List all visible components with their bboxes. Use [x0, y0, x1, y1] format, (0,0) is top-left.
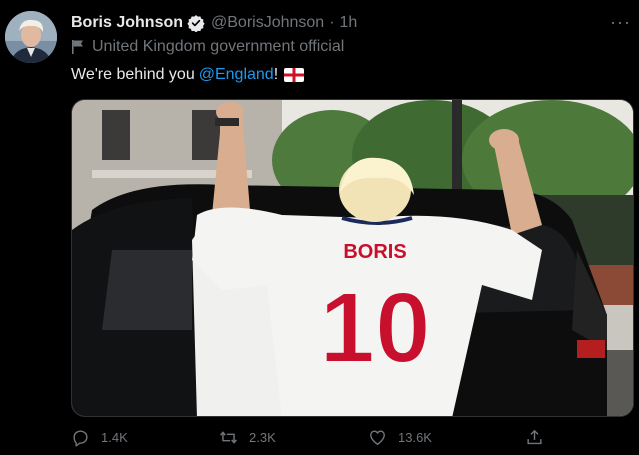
timestamp[interactable]: 1h [340, 14, 358, 32]
government-label-text: United Kingdom government official [92, 38, 345, 55]
retweet-count: 2.3K [249, 430, 276, 445]
reply-button[interactable]: 1.4K [71, 428, 128, 447]
like-button[interactable]: 13.6K [368, 428, 432, 447]
tweet-header: Boris Johnson @BorisJohnson · 1h [71, 13, 357, 33]
government-label: United Kingdom government official [71, 38, 344, 56]
tweet-actions: 1.4K 2.3K 13.6K [71, 428, 551, 452]
avatar[interactable] [5, 11, 57, 63]
mention-link[interactable]: @England [199, 66, 274, 84]
share-button[interactable] [525, 428, 555, 447]
author-name[interactable]: Boris Johnson [71, 14, 183, 32]
like-count: 13.6K [398, 430, 432, 445]
author-handle[interactable]: @BorisJohnson [211, 14, 324, 32]
separator-dot: · [329, 14, 335, 31]
tweet[interactable]: Boris Johnson @BorisJohnson · 1h ··· Uni… [0, 0, 639, 455]
retweet-button[interactable]: 2.3K [219, 428, 276, 447]
verified-badge-icon [187, 15, 205, 32]
tweet-text-suffix: ! [273, 66, 279, 83]
reply-icon [73, 430, 88, 447]
photo-image: BORIS 10 [72, 100, 633, 416]
jersey-number-text: 10 [319, 272, 430, 384]
tweet-photo[interactable]: BORIS 10 [71, 99, 634, 417]
tweet-text-prefix: We're behind you [71, 66, 195, 83]
like-icon [370, 430, 385, 445]
reply-count: 1.4K [101, 430, 128, 445]
government-flag-icon [72, 40, 83, 54]
retweet-icon [220, 431, 237, 444]
tweet-text: We're behind you @England ! [71, 66, 305, 84]
jersey-name-text: BORIS [343, 241, 406, 263]
avatar-image [5, 11, 57, 63]
england-flag-icon [284, 68, 305, 82]
share-icon [527, 430, 542, 445]
more-icon[interactable]: ··· [610, 12, 631, 33]
